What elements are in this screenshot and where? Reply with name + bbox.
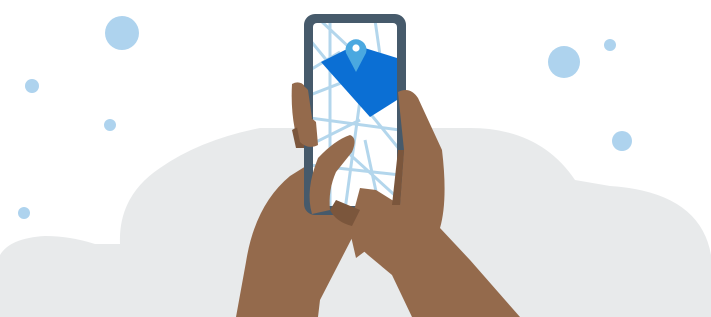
bubble bbox=[18, 207, 30, 219]
illustration-scene bbox=[0, 0, 711, 317]
bubble bbox=[604, 39, 616, 51]
bubble bbox=[105, 16, 139, 50]
bubble bbox=[548, 46, 580, 78]
bubble bbox=[25, 79, 39, 93]
bubble bbox=[612, 131, 632, 151]
bubble bbox=[104, 119, 116, 131]
illustration-svg bbox=[0, 14, 711, 317]
